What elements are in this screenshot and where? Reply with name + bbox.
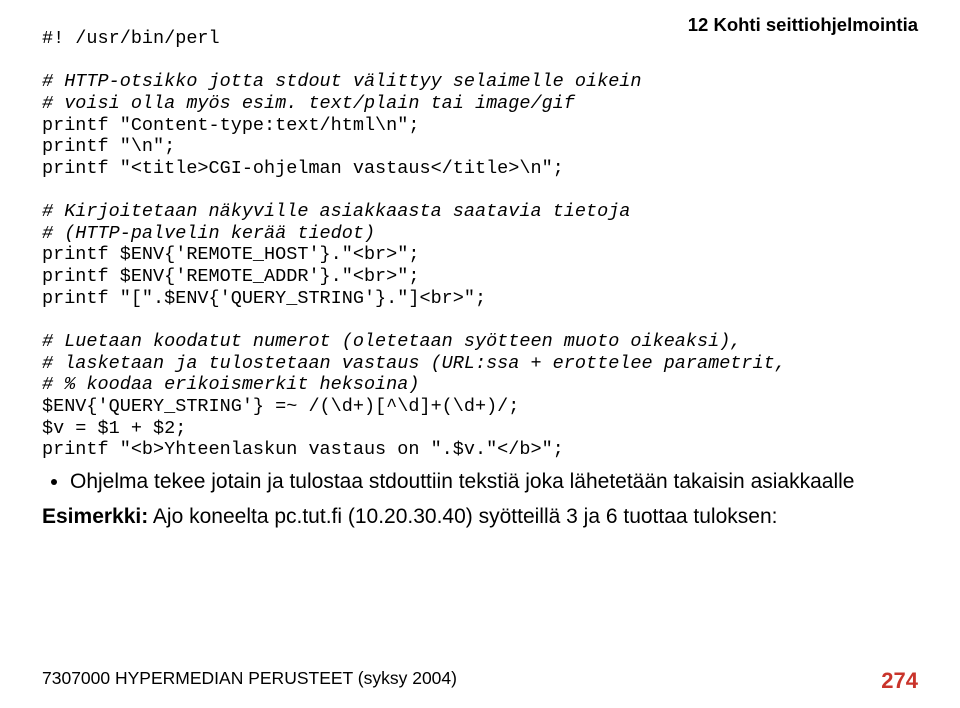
example-label: Esimerkki: (42, 505, 148, 528)
code-line: printf "<b>Yhteenlaskun vastaus on ".$v.… (42, 439, 564, 460)
code-line: printf "\n"; (42, 136, 175, 157)
code-line: printf "<title>CGI-ohjelman vastaus</tit… (42, 158, 564, 179)
code-line: $v = $1 + $2; (42, 418, 186, 439)
page: 12 Kohti seittiohjelmointia #! /usr/bin/… (0, 0, 960, 708)
bullet-list: Ohjelma tekee jotain ja tulostaa stdoutt… (42, 469, 918, 495)
code-comment: # lasketaan ja tulostetaan vastaus (URL:… (42, 353, 786, 374)
code-line: #! /usr/bin/perl (42, 28, 220, 49)
page-footer: 7307000 HYPERMEDIAN PERUSTEET (syksy 200… (42, 668, 918, 694)
bullet-item: Ohjelma tekee jotain ja tulostaa stdoutt… (70, 469, 918, 495)
code-line: printf "[".$ENV{'QUERY_STRING'}."]<br>"; (42, 288, 486, 309)
code-comment: # Luetaan koodatut numerot (oletetaan sy… (42, 331, 741, 352)
code-comment: # HTTP-otsikko jotta stdout välittyy sel… (42, 71, 642, 92)
example-line: Esimerkki: Ajo koneelta pc.tut.fi (10.20… (42, 505, 918, 529)
code-line: printf $ENV{'REMOTE_ADDR'}."<br>"; (42, 266, 419, 287)
code-comment: # Kirjoitetaan näkyville asiakkaasta saa… (42, 201, 630, 222)
code-line: printf $ENV{'REMOTE_HOST'}."<br>"; (42, 244, 419, 265)
example-text: Ajo koneelta pc.tut.fi (10.20.30.40) syö… (148, 505, 777, 528)
footer-course: 7307000 HYPERMEDIAN PERUSTEET (syksy 200… (42, 668, 457, 689)
page-number: 274 (881, 668, 918, 694)
code-line: $ENV{'QUERY_STRING'} =~ /(\d+)[^\d]+(\d+… (42, 396, 519, 417)
code-comment: # voisi olla myös esim. text/plain tai i… (42, 93, 575, 114)
chapter-header: 12 Kohti seittiohjelmointia (688, 14, 918, 36)
code-line: printf "Content-type:text/html\n"; (42, 115, 419, 136)
code-block: #! /usr/bin/perl # HTTP-otsikko jotta st… (42, 28, 918, 461)
code-comment: # % koodaa erikoismerkit heksoina) (42, 374, 419, 395)
code-comment: # (HTTP-palvelin kerää tiedot) (42, 223, 375, 244)
